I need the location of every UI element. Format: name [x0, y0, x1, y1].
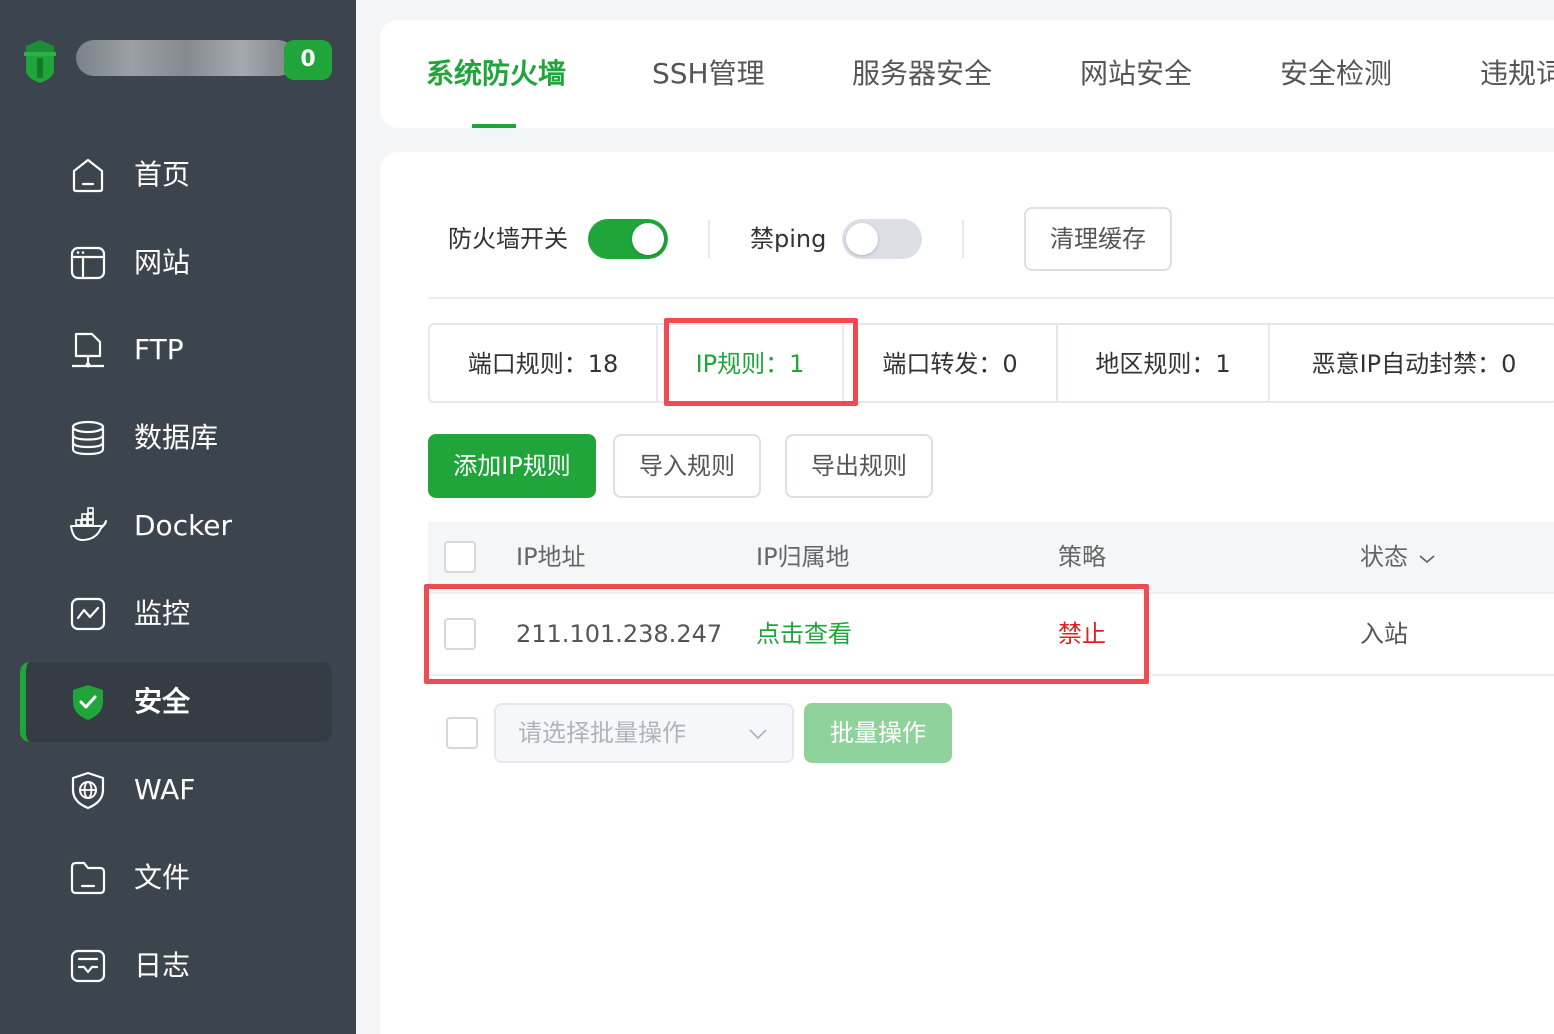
- sidebar-item-website[interactable]: 网站: [20, 223, 332, 303]
- tab-system-firewall[interactable]: 系统防火墙: [426, 20, 566, 128]
- tab-website-security[interactable]: 网站安全: [1080, 20, 1192, 128]
- shield-icon: [73, 685, 103, 720]
- clear-cache-button[interactable]: 清理缓存: [1024, 207, 1172, 271]
- import-rules-button[interactable]: 导入规则: [613, 434, 761, 498]
- sidebar-item-waf[interactable]: WAF: [20, 750, 332, 830]
- home-icon: [72, 158, 104, 193]
- highlight-box-ip-rules: [664, 318, 858, 406]
- brand: 0: [20, 36, 340, 84]
- stat-port-forward[interactable]: 端口转发：0: [844, 325, 1056, 403]
- stat-region-rules[interactable]: 地区规则：1: [1058, 325, 1268, 403]
- divider: [428, 297, 1554, 299]
- divider: [962, 220, 964, 258]
- monitor-icon: [70, 597, 106, 631]
- sidebar-item-database[interactable]: 数据库: [20, 398, 332, 478]
- website-icon: [70, 246, 106, 280]
- sidebar-item-label: 网站: [134, 246, 191, 279]
- chevron-down-icon: [749, 729, 767, 740]
- sidebar-item-label: WAF: [134, 773, 196, 806]
- firewall-toggle[interactable]: [588, 219, 668, 259]
- batch-operation-select[interactable]: 请选择批量操作: [494, 703, 794, 763]
- add-ip-rule-button[interactable]: 添加IP规则: [428, 434, 596, 498]
- sidebar-item-label: Docker: [134, 509, 233, 542]
- docker-icon: [70, 507, 107, 541]
- column-ip-location: IP归属地: [756, 543, 850, 571]
- sidebar-item-logs[interactable]: 日志: [20, 926, 332, 1006]
- sidebar-item-home[interactable]: 首页: [20, 135, 332, 215]
- sidebar-item-label: FTP: [134, 333, 184, 366]
- tabs-bar: 系统防火墙 SSH管理 服务器安全 网站安全 安全检测 违规词: [380, 20, 1554, 128]
- tab-security-scan[interactable]: 安全检测: [1280, 20, 1392, 128]
- folder-icon: [70, 861, 106, 895]
- toggle-knob: [632, 223, 664, 255]
- batch-select-placeholder: 请选择批量操作: [518, 719, 686, 747]
- select-all-checkbox[interactable]: [444, 541, 476, 573]
- sidebar-item-label: 文件: [134, 861, 191, 894]
- ping-toggle[interactable]: [842, 219, 922, 259]
- rule-stats-tabs: 端口规则：18 IP规则：1 端口转发：0 地区规则：1 恶意IP自动封禁：0: [428, 323, 1554, 403]
- waf-icon: [71, 771, 105, 810]
- tab-server-security[interactable]: 服务器安全: [852, 20, 992, 128]
- batch-operation-button[interactable]: 批量操作: [804, 703, 952, 763]
- column-ip-address: IP地址: [516, 543, 586, 571]
- stat-malicious-ip-ban[interactable]: 恶意IP自动封禁：0: [1270, 325, 1554, 403]
- sidebar-item-files[interactable]: 文件: [20, 838, 332, 918]
- tab-ssh[interactable]: SSH管理: [652, 20, 765, 128]
- column-status[interactable]: 状态: [1360, 522, 1436, 592]
- chevron-down-icon: [1419, 555, 1435, 564]
- sidebar-item-label: 首页: [134, 158, 191, 191]
- batch-select-checkbox[interactable]: [446, 717, 478, 749]
- ftp-icon: [72, 332, 104, 368]
- firewall-switch-label: 防火墙开关: [448, 225, 568, 253]
- sidebar: 0 首页 网站 FTP 数据库 Docker 监控 安全 WAF 文件 日志: [0, 0, 356, 1034]
- sidebar-item-label: 监控: [134, 597, 191, 630]
- sidebar-item-label: 数据库: [134, 421, 219, 454]
- direction-cell: 入站: [1360, 620, 1408, 648]
- server-name-blurred: [76, 40, 296, 76]
- notification-badge[interactable]: 0: [284, 40, 332, 80]
- ping-switch-label: 禁ping: [750, 225, 827, 253]
- toggle-knob: [846, 223, 878, 255]
- sidebar-item-monitor[interactable]: 监控: [20, 574, 332, 654]
- export-rules-button[interactable]: 导出规则: [785, 434, 933, 498]
- sidebar-item-label: 日志: [134, 949, 191, 982]
- sidebar-item-ftp[interactable]: FTP: [20, 310, 332, 390]
- sidebar-item-security[interactable]: 安全: [20, 662, 332, 742]
- sidebar-item-label: 安全: [134, 685, 191, 718]
- tab-violation-words[interactable]: 违规词: [1480, 20, 1554, 128]
- column-policy: 策略: [1058, 543, 1106, 571]
- divider: [708, 220, 710, 258]
- column-status-label: 状态: [1360, 543, 1408, 571]
- logo-icon: [24, 40, 56, 83]
- log-icon: [70, 949, 106, 983]
- sidebar-item-docker[interactable]: Docker: [20, 486, 332, 566]
- active-tab-indicator: [472, 124, 516, 128]
- stat-port-rules[interactable]: 端口规则：18: [430, 325, 656, 403]
- highlight-box-ip-row: [424, 584, 1149, 684]
- database-icon: [71, 420, 105, 456]
- firewall-panel: 防火墙开关 禁ping 清理缓存 端口规则：18 IP规则：1 端口转发：0 地…: [380, 152, 1554, 1034]
